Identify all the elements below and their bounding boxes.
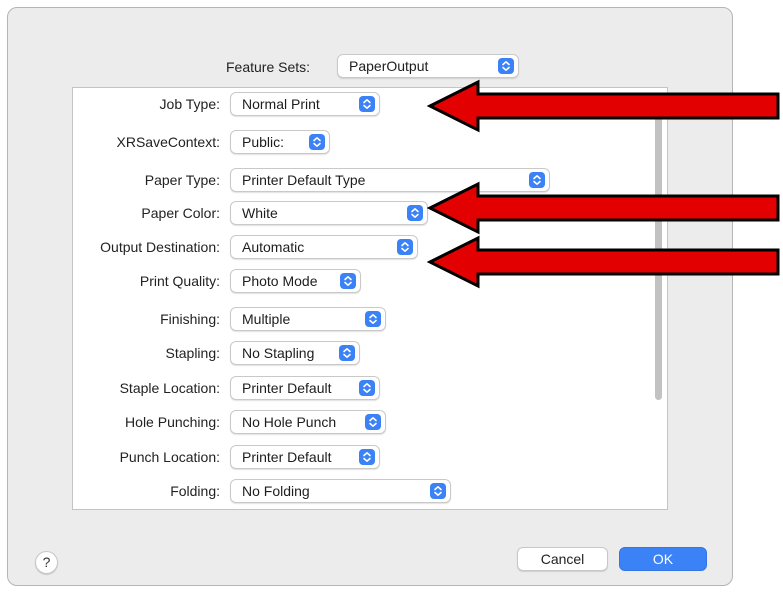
- arrow-left-icon: [426, 235, 780, 289]
- annotation-arrows: [426, 79, 780, 289]
- arrow-left-icon: [426, 181, 780, 235]
- arrow-left-icon: [426, 79, 780, 133]
